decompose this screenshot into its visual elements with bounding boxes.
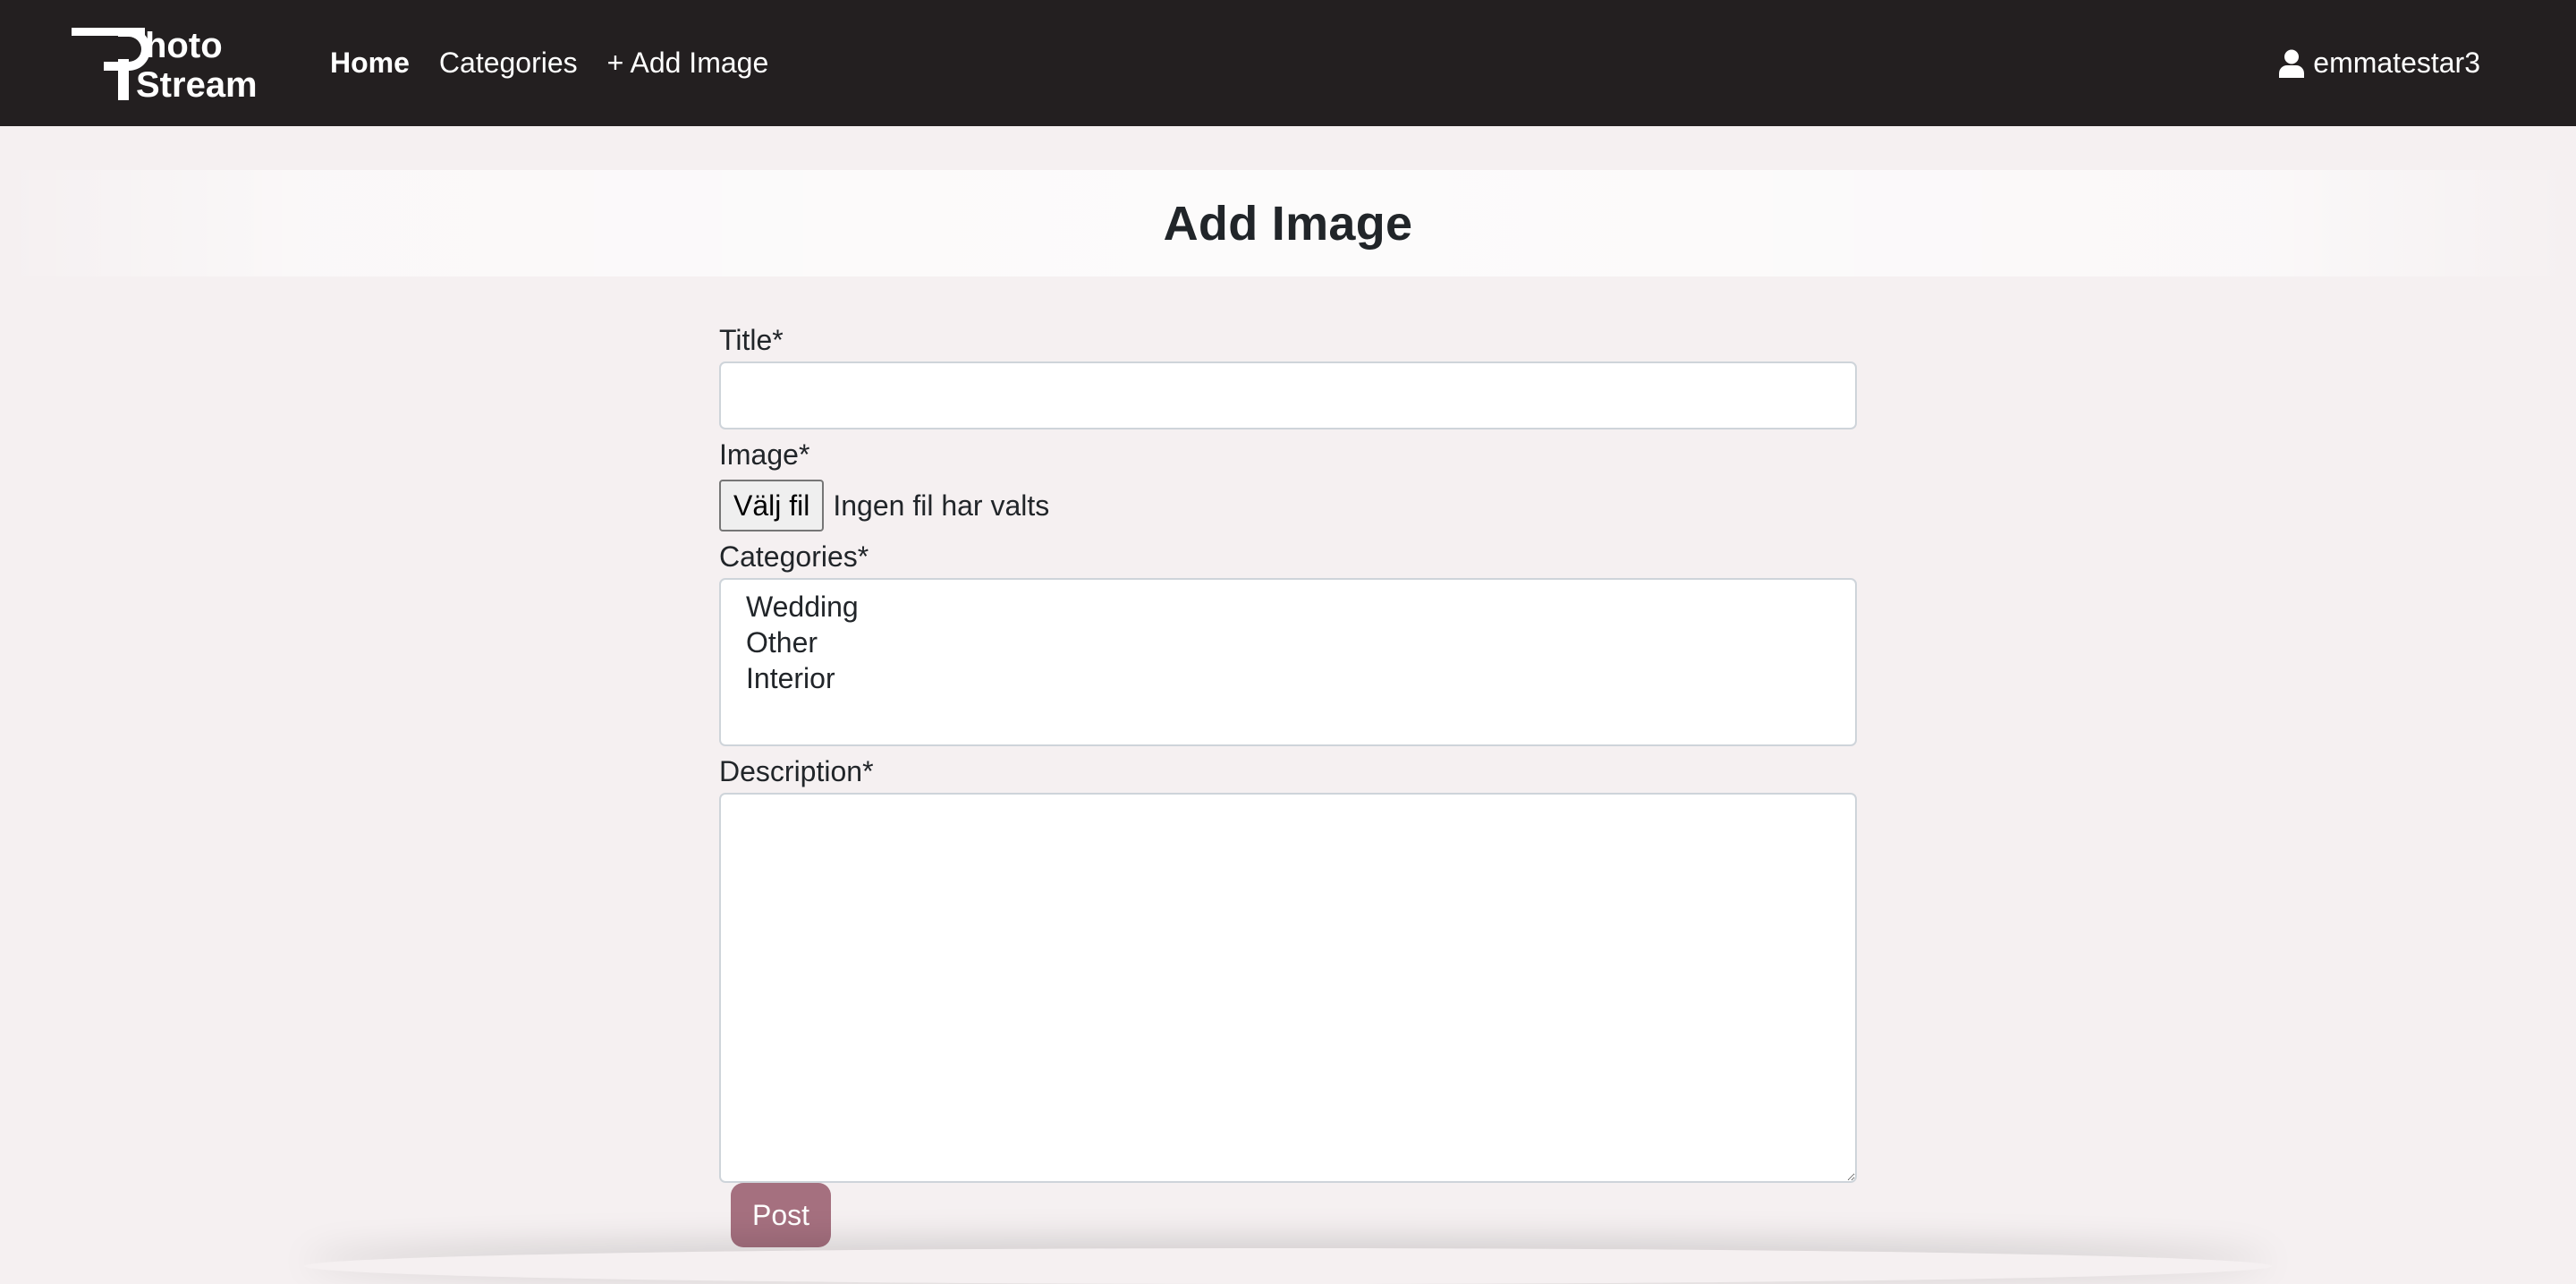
footer-shadow [304, 1248, 2272, 1284]
categories-label: Categories* [719, 540, 869, 573]
post-button[interactable]: Post [731, 1183, 831, 1247]
choose-file-button[interactable]: Välj fil [719, 480, 825, 531]
page-header: Add Image [0, 170, 2576, 276]
nav-categories-link[interactable]: Categories [439, 47, 578, 80]
nav-home-link[interactable]: Home [330, 47, 410, 80]
nav-add-image-link[interactable]: + Add Image [607, 47, 769, 80]
description-textarea[interactable] [719, 793, 1857, 1183]
title-input[interactable] [719, 361, 1857, 429]
title-label: Title* [719, 324, 784, 356]
file-input: Välj fil Ingen fil har valts [719, 478, 1857, 533]
photostream-logo[interactable]: hoto Stream [72, 25, 291, 100]
main-nav: Home Categories + Add Image [330, 0, 768, 126]
category-option-wedding[interactable]: Wedding [721, 589, 1855, 625]
category-option-other[interactable]: Other [721, 625, 1855, 660]
user-icon [2279, 49, 2305, 78]
description-label: Description* [719, 755, 874, 787]
page-title: Add Image [1163, 196, 1413, 251]
username-label: emmatestar3 [2313, 47, 2480, 79]
categories-select[interactable]: Wedding Other Interior [719, 578, 1857, 746]
logo-text-hoto: hoto [145, 26, 223, 65]
add-image-form: Title* Image* Välj fil Ingen fil har val… [719, 319, 1857, 1247]
image-label: Image* [719, 438, 810, 471]
user-menu[interactable]: emmatestar3 [2279, 0, 2480, 126]
file-status-text: Ingen fil har valts [833, 489, 1050, 522]
navbar: hoto Stream Home Categories + Add Image … [0, 0, 2576, 126]
category-option-interior[interactable]: Interior [721, 660, 1855, 696]
logo-text-stream: Stream [136, 65, 258, 100]
